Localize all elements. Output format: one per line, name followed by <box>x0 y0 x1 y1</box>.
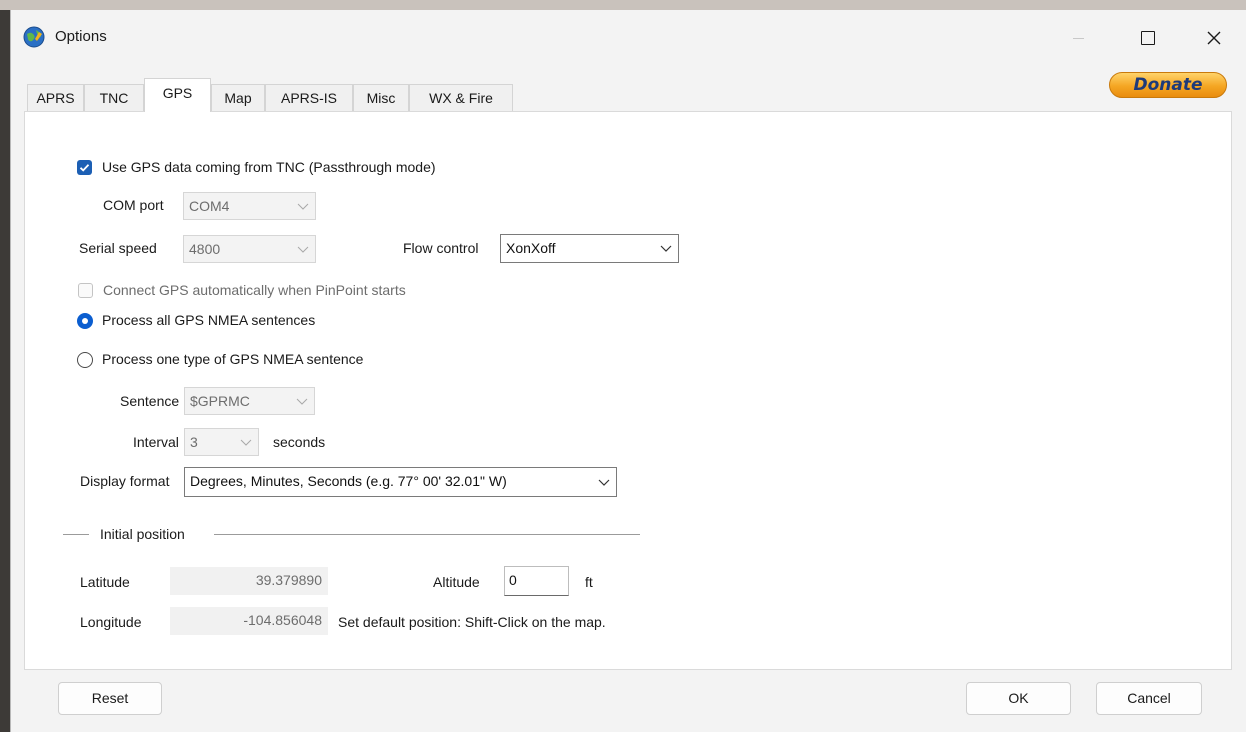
altitude-unit: ft <box>585 574 593 590</box>
flow-control-label: Flow control <box>403 240 479 256</box>
com-port-value: COM4 <box>189 198 230 214</box>
reset-button[interactable]: Reset <box>58 682 162 715</box>
initial-position-title: Initial position <box>100 526 185 542</box>
chevron-down-icon <box>660 245 672 252</box>
group-separator-right <box>214 534 640 535</box>
tab-map[interactable]: Map <box>211 84 265 111</box>
chevron-down-icon <box>296 398 308 405</box>
auto-connect-checkbox[interactable] <box>78 283 93 298</box>
tab-label: WX & Fire <box>429 90 493 106</box>
altitude-value: 0 <box>509 572 517 588</box>
cancel-button[interactable]: Cancel <box>1096 682 1202 715</box>
maximize-icon <box>1141 31 1155 45</box>
group-separator-left <box>63 534 89 535</box>
interval-label: Interval <box>133 434 179 450</box>
latitude-label: Latitude <box>80 574 130 590</box>
chevron-down-icon <box>297 246 309 253</box>
altitude-input[interactable]: 0 <box>504 566 569 596</box>
ok-button[interactable]: OK <box>966 682 1071 715</box>
passthrough-checkbox[interactable] <box>77 160 92 175</box>
tab-label: GPS <box>162 85 193 101</box>
serial-speed-value: 4800 <box>189 241 221 257</box>
display-format-value: Degrees, Minutes, Seconds (e.g. 77° 00' … <box>190 473 507 489</box>
com-port-select[interactable]: COM4 <box>183 192 316 220</box>
tab-tnc[interactable]: TNC <box>84 84 144 111</box>
latitude-field[interactable]: 39.379890 <box>170 567 328 595</box>
com-port-label: COM port <box>103 197 164 213</box>
longitude-label: Longitude <box>80 614 142 630</box>
chevron-down-icon <box>297 203 309 210</box>
tab-label: TNC <box>99 90 129 106</box>
tab-aprs-is[interactable]: APRS-IS <box>265 84 353 111</box>
passthrough-label: Use GPS data coming from TNC (Passthroug… <box>102 159 436 175</box>
flow-control-value: XonXoff <box>506 240 556 256</box>
tab-label: Map <box>224 90 252 106</box>
checkmark-icon <box>79 164 90 172</box>
desktop-backdrop <box>0 0 1246 10</box>
options-window: Options APRS TNC GPS Map APRS-IS Misc WX… <box>10 10 1246 732</box>
display-format-label: Display format <box>80 473 170 489</box>
serial-speed-select[interactable]: 4800 <box>183 235 316 263</box>
tab-label: APRS <box>36 90 75 106</box>
longitude-value: -104.856048 <box>243 612 322 628</box>
serial-speed-label: Serial speed <box>79 240 157 256</box>
auto-connect-label: Connect GPS automatically when PinPoint … <box>103 282 406 298</box>
display-format-select[interactable]: Degrees, Minutes, Seconds (e.g. 77° 00' … <box>184 467 617 497</box>
minimize-button[interactable] <box>1055 10 1101 66</box>
app-globe-icon <box>23 26 45 48</box>
tab-misc[interactable]: Misc <box>353 84 409 111</box>
altitude-label: Altitude <box>433 574 480 590</box>
sentence-select[interactable]: $GPRMC <box>184 387 315 415</box>
default-position-hint: Set default position: Shift-Click on the… <box>338 614 606 630</box>
desktop-edge <box>0 10 10 732</box>
chevron-down-icon <box>598 479 610 486</box>
title-bar[interactable]: Options <box>11 10 1246 66</box>
process-one-label: Process one type of GPS NMEA sentence <box>102 351 364 367</box>
interval-unit: seconds <box>273 434 326 450</box>
gps-tab-panel: Use GPS data coming from TNC (Passthroug… <box>24 111 1232 670</box>
sentence-label: Sentence <box>120 393 180 409</box>
interval-value: 3 <box>190 434 198 450</box>
tab-label: Misc <box>366 90 396 106</box>
process-one-radio[interactable] <box>77 352 93 368</box>
process-all-label: Process all GPS NMEA sentences <box>102 312 316 328</box>
flow-control-select[interactable]: XonXoff <box>500 234 679 263</box>
window-title: Options <box>55 28 107 45</box>
latitude-value: 39.379890 <box>255 572 322 588</box>
tab-label: APRS-IS <box>280 90 337 106</box>
interval-select[interactable]: 3 <box>184 428 259 456</box>
donate-button[interactable]: Donate <box>1109 72 1227 98</box>
process-all-radio[interactable] <box>77 313 93 329</box>
minimize-icon <box>1072 37 1084 39</box>
tab-gps[interactable]: GPS <box>144 78 211 112</box>
close-icon <box>1207 31 1221 45</box>
longitude-field[interactable]: -104.856048 <box>170 607 328 635</box>
maximize-button[interactable] <box>1125 10 1171 66</box>
chevron-down-icon <box>240 439 252 446</box>
tab-wx-fire[interactable]: WX & Fire <box>409 84 513 111</box>
tab-aprs[interactable]: APRS <box>27 84 84 111</box>
close-button[interactable] <box>1191 10 1237 66</box>
sentence-value: $GPRMC <box>190 393 250 409</box>
